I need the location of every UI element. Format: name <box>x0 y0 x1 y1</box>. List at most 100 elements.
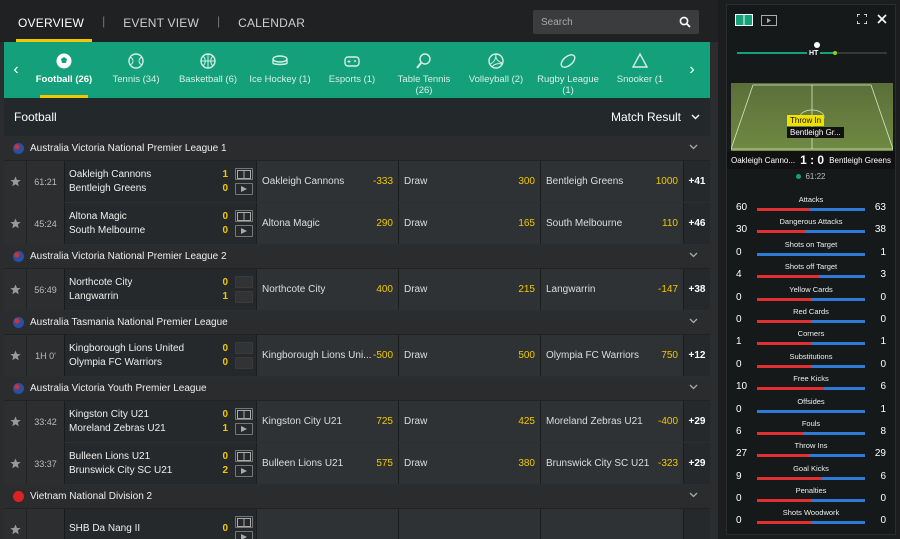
star-icon[interactable] <box>9 176 21 187</box>
league-header[interactable]: Vietnam National Division 2 <box>4 485 710 509</box>
teams-cell[interactable]: Kingborough Lions United 0 Olympia FC Warr… <box>64 335 232 376</box>
sport-tab-5[interactable]: Table Tennis (26) <box>388 42 460 98</box>
event-row[interactable]: SHB Da Nang II 0 <box>4 509 710 539</box>
chevron-down-icon[interactable] <box>689 384 698 390</box>
odds-draw-button[interactable]: Draw 425 <box>398 401 540 442</box>
chevron-down-icon[interactable] <box>689 252 698 258</box>
odds-draw-button[interactable] <box>398 509 540 539</box>
teams-cell[interactable]: Oakleigh Cannons 1 Bentleigh Greens 0 <box>64 161 232 202</box>
pitch-view-icon[interactable] <box>235 168 253 180</box>
sport-tab-4[interactable]: Esports (1) <box>316 42 388 98</box>
event-row[interactable]: 56:49 Northcote City 0 Langwarrin 1 Northcote… <box>4 269 710 311</box>
pitch-view-icon[interactable] <box>735 14 753 26</box>
ht-label: HT <box>807 50 821 57</box>
league-header[interactable]: Australia Tasmania National Premier Leag… <box>4 311 710 335</box>
event-row[interactable]: 1H 0' Kingborough Lions United 0 Olympia FC… <box>4 335 710 377</box>
teams-cell[interactable]: Altona Magic 0 South Melbourne 0 <box>64 203 232 244</box>
more-markets-button[interactable]: +46 <box>683 203 710 244</box>
favorite-button[interactable] <box>4 269 26 310</box>
odds-home-button[interactable]: Northcote City 400 <box>256 269 398 310</box>
odds-away-button[interactable]: South Melbourne 110 <box>540 203 683 244</box>
tab-event-view[interactable]: EVENT VIEW <box>105 0 217 42</box>
pitch-view-icon[interactable] <box>235 210 253 222</box>
tab-calendar[interactable]: CALENDAR <box>220 0 323 42</box>
video-icon[interactable] <box>235 423 253 435</box>
event-row[interactable]: 61:21 Oakleigh Cannons 1 Bentleigh Greens 0 O… <box>4 161 710 203</box>
expand-icon[interactable] <box>857 14 867 24</box>
more-markets-button[interactable]: +29 <box>683 443 710 484</box>
sport-tab-6[interactable]: Volleyball (2) <box>460 42 532 98</box>
event-row[interactable]: 33:37 Bulleen Lions U21 0 Brunswick City SC… <box>4 443 710 485</box>
close-icon[interactable] <box>877 14 887 24</box>
odds-draw-button[interactable]: Draw 300 <box>398 161 540 202</box>
star-icon[interactable] <box>9 416 21 427</box>
chevron-down-icon[interactable] <box>689 318 698 324</box>
search-input[interactable] <box>541 16 671 28</box>
chevron-right-icon[interactable]: › <box>680 61 704 79</box>
odds-home-button[interactable]: Kingborough Lions Uni... -500 <box>256 335 398 376</box>
odds-home-button[interactable]: Kingston City U21 725 <box>256 401 398 442</box>
teams-cell[interactable]: SHB Da Nang II 0 <box>64 509 232 539</box>
video-icon[interactable] <box>235 531 253 539</box>
odds-away-button[interactable]: Brunswick City SC U21 -323 <box>540 443 683 484</box>
odds-draw-button[interactable]: Draw 380 <box>398 443 540 484</box>
event-row[interactable]: 45:24 Altona Magic 0 South Melbourne 0 Altona… <box>4 203 710 245</box>
more-markets-button[interactable]: +41 <box>683 161 710 202</box>
sport-tab-0[interactable]: Football (26) <box>28 42 100 98</box>
odds-away-button[interactable]: Moreland Zebras U21 -400 <box>540 401 683 442</box>
odds-away-button[interactable] <box>540 509 683 539</box>
league-header[interactable]: Australia Victoria Youth Premier League <box>4 377 710 401</box>
tab-overview[interactable]: OVERVIEW <box>0 0 102 42</box>
chevron-left-icon[interactable]: ‹ <box>4 61 28 79</box>
star-icon[interactable] <box>9 350 21 361</box>
odds-home-button[interactable]: Bulleen Lions U21 575 <box>256 443 398 484</box>
teams-cell[interactable]: Kingston City U21 0 Moreland Zebras U21 1 <box>64 401 232 442</box>
more-markets-button[interactable]: +38 <box>683 269 710 310</box>
pitch-view-icon[interactable] <box>235 516 253 528</box>
sport-tab-3[interactable]: Ice Hockey (1) <box>244 42 316 98</box>
media-icons <box>232 443 256 484</box>
pitch-view-icon[interactable] <box>235 450 253 462</box>
favorite-button[interactable] <box>4 401 26 442</box>
teams-cell[interactable]: Northcote City 0 Langwarrin 1 <box>64 269 232 310</box>
odds-away-button[interactable]: Olympia FC Warriors 750 <box>540 335 683 376</box>
league-header[interactable]: Australia Victoria National Premier Leag… <box>4 245 710 269</box>
market-selector[interactable]: Match Result <box>611 110 700 124</box>
star-icon[interactable] <box>9 284 21 295</box>
more-markets-button[interactable] <box>683 509 710 539</box>
league-header[interactable]: Australia Victoria National Premier Leag… <box>4 137 710 161</box>
odds-home-button[interactable] <box>256 509 398 539</box>
sport-tab-7[interactable]: Rugby League (1) <box>532 42 604 98</box>
odds-away-button[interactable]: Langwarrin -147 <box>540 269 683 310</box>
chevron-down-icon[interactable] <box>689 492 698 498</box>
odds-draw-button[interactable]: Draw 165 <box>398 203 540 244</box>
video-icon[interactable] <box>235 465 253 477</box>
video-icon[interactable] <box>235 183 253 195</box>
favorite-button[interactable] <box>4 509 26 539</box>
odds-draw-button[interactable]: Draw 500 <box>398 335 540 376</box>
favorite-button[interactable] <box>4 161 26 202</box>
favorite-button[interactable] <box>4 203 26 244</box>
star-icon[interactable] <box>9 218 21 229</box>
odds-home-button[interactable]: Oakleigh Cannons -333 <box>256 161 398 202</box>
teams-cell[interactable]: Bulleen Lions U21 0 Brunswick City SC U21 2 <box>64 443 232 484</box>
more-markets-button[interactable]: +29 <box>683 401 710 442</box>
favorite-button[interactable] <box>4 335 26 376</box>
video-icon[interactable] <box>235 225 253 237</box>
sport-tab-2[interactable]: Basketball (6) <box>172 42 244 98</box>
star-icon[interactable] <box>9 458 21 469</box>
pitch-view-icon[interactable] <box>235 408 253 420</box>
odds-away-button[interactable]: Bentleigh Greens 1000 <box>540 161 683 202</box>
favorite-button[interactable] <box>4 443 26 484</box>
video-icon[interactable] <box>761 14 777 26</box>
odds-home-button[interactable]: Altona Magic 290 <box>256 203 398 244</box>
chevron-down-icon[interactable] <box>689 144 698 150</box>
search-box[interactable] <box>533 10 699 34</box>
event-row[interactable]: 33:42 Kingston City U21 0 Moreland Zebras U… <box>4 401 710 443</box>
star-icon[interactable] <box>9 524 21 535</box>
sport-tab-1[interactable]: Tennis (34) <box>100 42 172 98</box>
search-icon[interactable] <box>679 16 691 28</box>
odds-draw-button[interactable]: Draw 215 <box>398 269 540 310</box>
sport-tab-8[interactable]: Snooker (1 <box>604 42 676 98</box>
more-markets-button[interactable]: +12 <box>683 335 710 376</box>
